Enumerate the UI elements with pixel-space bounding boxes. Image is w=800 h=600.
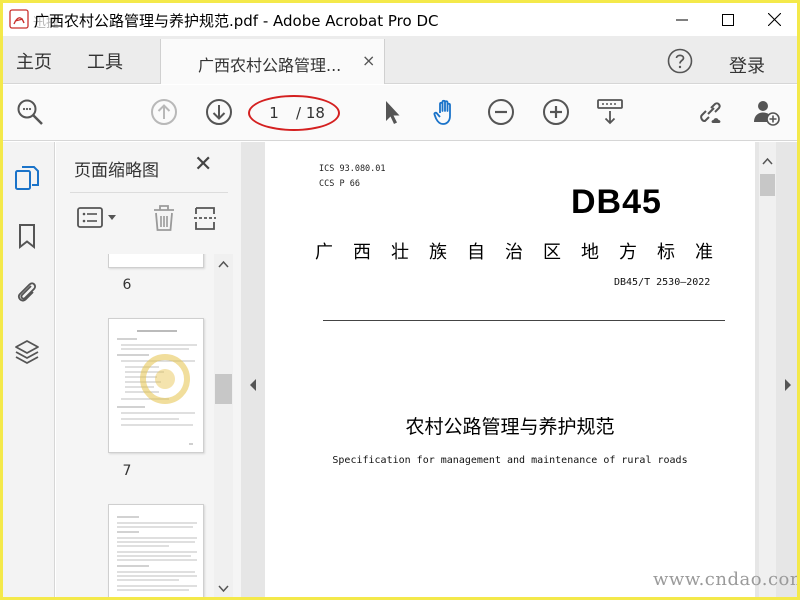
search-zoom-icon[interactable] (15, 97, 45, 127)
title-bar: 迅捷 广西农村公路管理与养护规范.pdf - Adobe Acrobat Pro… (3, 3, 797, 36)
collapse-panel-icon[interactable] (249, 378, 257, 392)
share-link-icon[interactable] (695, 97, 725, 127)
thumbnail-page-7[interactable] (108, 318, 204, 453)
delete-page-icon[interactable] (150, 202, 178, 234)
document-tab-close-button[interactable]: × (362, 51, 375, 70)
panel-splitter[interactable] (241, 142, 265, 597)
window-title: 广西农村公路管理与养护规范.pdf - Adobe Acrobat Pro DC (34, 12, 439, 30)
close-icon (767, 13, 781, 26)
minimize-icon (676, 19, 688, 20)
page-display-icon[interactable] (595, 97, 625, 127)
panel-divider-top (70, 192, 228, 193)
add-user-icon[interactable] (751, 97, 781, 127)
help-icon[interactable] (667, 48, 693, 74)
zoom-out-icon[interactable] (486, 97, 516, 127)
thumbnail-label-7: 7 (122, 463, 132, 479)
thumbnail-options-icon[interactable] (76, 202, 120, 234)
panel-title: 页面缩略图 (74, 161, 159, 181)
page-up-icon[interactable] (149, 97, 179, 127)
thumbnail-page-6[interactable] (108, 254, 204, 268)
page-down-icon[interactable] (204, 97, 234, 127)
thumbnail-scroll-thumb[interactable] (215, 374, 232, 404)
thumbnail-content-7 (117, 330, 197, 445)
thumbnail-list: 6 7 (56, 254, 214, 597)
layers-icon[interactable] (13, 338, 41, 366)
maximize-button[interactable] (705, 3, 751, 36)
thumbnail-content-8 (117, 516, 197, 591)
thumbnail-panel: 页面缩略图 ✕ 6 7 (56, 142, 241, 597)
document-tab-label: 广西农村公路管理... (198, 56, 342, 75)
close-button[interactable] (751, 3, 797, 36)
ccs-code: CCS P 66 (319, 179, 360, 189)
document-title-cn: 农村公路管理与养护规范 (405, 416, 615, 438)
acrobat-logo-icon (9, 9, 29, 29)
tab-row: 主页 工具 广西农村公路管理... × 登录 (3, 36, 797, 84)
maximize-icon (722, 13, 734, 26)
doc-scroll-up-arrow-icon[interactable] (762, 157, 773, 165)
document-scrollbar[interactable] (755, 142, 779, 597)
db-code-logo: DB45 (571, 183, 662, 221)
standard-number: DB45/T 2530—2022 (614, 277, 711, 288)
acrobat-window: 迅捷 广西农村公路管理与养护规范.pdf - Adobe Acrobat Pro… (3, 3, 797, 597)
document-scroll-track[interactable] (759, 142, 776, 597)
thumbnail-scrollbar[interactable] (214, 254, 233, 597)
tab-home[interactable]: 主页 (16, 48, 52, 74)
current-page-input[interactable]: 1 (263, 102, 285, 124)
left-rail (3, 142, 55, 597)
page-thumbnails-icon[interactable] (13, 164, 41, 192)
panel-close-button[interactable]: ✕ (194, 152, 212, 177)
login-button[interactable]: 登录 (729, 52, 765, 78)
document-view[interactable]: ICS 93.080.01 CCS P 66 DB45 广西壮族自治区地方标准 … (265, 142, 755, 597)
right-panel-toggle[interactable] (779, 142, 797, 597)
document-title-en: Specification for management and mainten… (332, 455, 688, 466)
extract-page-icon[interactable] (192, 202, 218, 234)
scroll-down-arrow-icon[interactable] (218, 585, 229, 593)
select-cursor-icon[interactable] (377, 97, 407, 127)
thumbnail-label-6: 6 (122, 277, 132, 293)
header-rule (323, 320, 725, 321)
zoom-in-icon[interactable] (541, 97, 571, 127)
watermark-site: www.cndao.com (653, 569, 797, 590)
thumbnail-page-8[interactable] (108, 504, 204, 597)
document-scroll-thumb[interactable] (760, 174, 775, 196)
expand-right-panel-icon[interactable] (784, 378, 792, 392)
standard-title: 广西壮族自治区地方标准 (315, 242, 733, 263)
scroll-up-arrow-icon[interactable] (218, 260, 229, 268)
pdf-page-1: ICS 93.080.01 CCS P 66 DB45 广西壮族自治区地方标准 … (265, 142, 755, 597)
total-pages: / 18 (296, 104, 325, 122)
page-number-highlight (248, 95, 340, 131)
bookmarks-icon[interactable] (13, 222, 41, 250)
attachments-icon[interactable] (13, 278, 41, 306)
ics-code: ICS 93.080.01 (319, 164, 386, 174)
tab-tools[interactable]: 工具 (87, 48, 123, 74)
tab-document[interactable]: 广西农村公路管理... × (160, 39, 385, 84)
hand-tool-icon[interactable] (431, 97, 461, 127)
main-toolbar: 1 / 18 (3, 85, 797, 141)
minimize-button[interactable] (659, 3, 705, 36)
